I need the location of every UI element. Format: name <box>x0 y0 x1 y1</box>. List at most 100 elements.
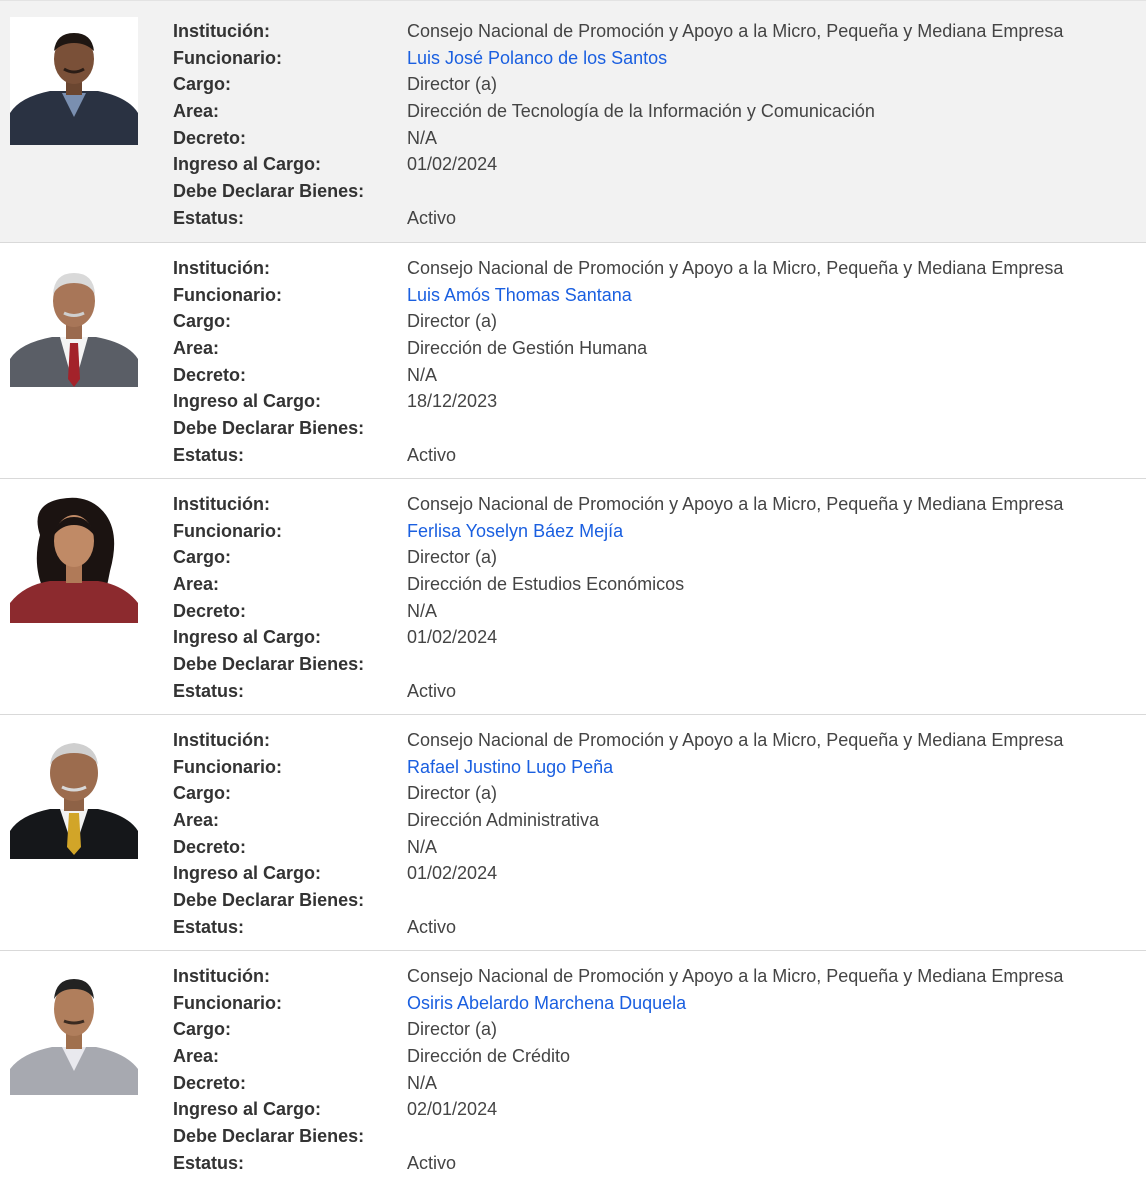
official-name-link[interactable]: Rafael Justino Lugo Peña <box>407 757 613 777</box>
label-declarar: Debe Declarar Bienes: <box>173 654 365 675</box>
label-estatus: Estatus: <box>173 207 245 228</box>
label-institucion: Institución: <box>173 730 270 750</box>
field-labels: Institución: Funcionario: Cargo: Area: D… <box>173 491 364 705</box>
official-record: Institución: Funcionario: Cargo: Area: D… <box>0 951 1146 1187</box>
label-declarar: Debe Declarar Bienes: <box>173 890 365 911</box>
value-declarar <box>407 178 1063 205</box>
value-decreto: N/A <box>407 1072 438 1093</box>
value-cargo: Director (a) <box>407 74 498 95</box>
value-ingreso: 01/02/2024 <box>407 627 498 648</box>
label-estatus: Estatus: <box>173 444 245 465</box>
value-ingreso: 18/12/2023 <box>407 391 498 412</box>
official-name-link[interactable]: Luis José Polanco de los Santos <box>407 48 667 68</box>
label-ingreso: Ingreso al Cargo: <box>173 391 322 412</box>
value-institucion: Consejo Nacional de Promoción y Apoyo a … <box>407 21 1064 41</box>
official-name-link[interactable]: Ferlisa Yoselyn Báez Mejía <box>407 521 623 541</box>
official-photo <box>10 967 138 1095</box>
label-declarar: Debe Declarar Bienes: <box>173 181 365 202</box>
value-estatus: Activo <box>407 680 457 701</box>
label-institucion: Institución: <box>173 966 270 986</box>
official-photo <box>10 17 138 145</box>
field-values: Consejo Nacional de Promoción y Apoyo a … <box>407 255 1063 469</box>
value-area: Dirección de Estudios Económicos <box>407 574 685 595</box>
value-ingreso: 02/01/2024 <box>407 1099 498 1120</box>
label-area: Area: <box>173 574 220 595</box>
value-decreto: N/A <box>407 127 438 148</box>
label-ingreso: Ingreso al Cargo: <box>173 627 322 648</box>
field-labels: Institución: Funcionario: Cargo: Area: D… <box>173 963 364 1177</box>
label-declarar: Debe Declarar Bienes: <box>173 418 365 439</box>
value-decreto: N/A <box>407 836 438 857</box>
label-area: Area: <box>173 810 220 831</box>
label-estatus: Estatus: <box>173 916 245 937</box>
official-record: Institución: Funcionario: Cargo: Area: D… <box>0 715 1146 951</box>
value-declarar <box>407 651 1063 678</box>
field-values: Consejo Nacional de Promoción y Apoyo a … <box>407 491 1063 705</box>
label-institucion: Institución: <box>173 494 270 514</box>
value-ingreso: 01/02/2024 <box>407 863 498 884</box>
label-estatus: Estatus: <box>173 680 245 701</box>
label-institucion: Institución: <box>173 21 270 41</box>
value-cargo: Director (a) <box>407 311 498 332</box>
value-decreto: N/A <box>407 364 438 385</box>
officials-list: Institución: Funcionario: Cargo: Area: D… <box>0 0 1146 1187</box>
field-labels: Institución: Funcionario: Cargo: Area: D… <box>173 18 364 232</box>
label-cargo: Cargo: <box>173 74 231 95</box>
label-decreto: Decreto: <box>173 836 247 857</box>
value-institucion: Consejo Nacional de Promoción y Apoyo a … <box>407 258 1064 278</box>
label-decreto: Decreto: <box>173 1072 247 1093</box>
value-cargo: Director (a) <box>407 547 498 568</box>
field-values: Consejo Nacional de Promoción y Apoyo a … <box>407 963 1063 1177</box>
value-declarar <box>407 887 1063 914</box>
label-ingreso: Ingreso al Cargo: <box>173 154 322 175</box>
label-funcionario: Funcionario: <box>173 756 282 777</box>
label-area: Area: <box>173 338 220 359</box>
value-declarar <box>407 415 1063 442</box>
label-decreto: Decreto: <box>173 364 247 385</box>
field-labels: Institución: Funcionario: Cargo: Area: D… <box>173 255 364 469</box>
label-decreto: Decreto: <box>173 127 247 148</box>
label-funcionario: Funcionario: <box>173 520 282 541</box>
label-cargo: Cargo: <box>173 547 231 568</box>
field-values: Consejo Nacional de Promoción y Apoyo a … <box>407 727 1063 941</box>
value-declarar <box>407 1123 1063 1150</box>
official-record: Institución: Funcionario: Cargo: Area: D… <box>0 0 1146 243</box>
value-institucion: Consejo Nacional de Promoción y Apoyo a … <box>407 494 1064 514</box>
field-values: Consejo Nacional de Promoción y Apoyo a … <box>407 18 1063 232</box>
official-photo <box>10 731 138 859</box>
value-decreto: N/A <box>407 600 438 621</box>
label-cargo: Cargo: <box>173 311 231 332</box>
label-funcionario: Funcionario: <box>173 992 282 1013</box>
official-record: Institución: Funcionario: Cargo: Area: D… <box>0 243 1146 479</box>
value-area: Dirección de Gestión Humana <box>407 338 648 359</box>
value-institucion: Consejo Nacional de Promoción y Apoyo a … <box>407 966 1064 986</box>
label-estatus: Estatus: <box>173 1152 245 1173</box>
value-area: Dirección de Crédito <box>407 1046 571 1067</box>
value-estatus: Activo <box>407 916 457 937</box>
label-institucion: Institución: <box>173 258 270 278</box>
value-ingreso: 01/02/2024 <box>407 154 498 175</box>
value-area: Dirección de Tecnología de la Informació… <box>407 101 875 122</box>
official-photo <box>10 495 138 623</box>
label-cargo: Cargo: <box>173 783 231 804</box>
value-estatus: Activo <box>407 1152 457 1173</box>
label-area: Area: <box>173 101 220 122</box>
official-photo <box>10 259 138 387</box>
label-decreto: Decreto: <box>173 600 247 621</box>
label-area: Area: <box>173 1046 220 1067</box>
official-name-link[interactable]: Osiris Abelardo Marchena Duquela <box>407 993 686 1013</box>
value-area: Dirección Administrativa <box>407 810 600 831</box>
official-record: Institución: Funcionario: Cargo: Area: D… <box>0 479 1146 715</box>
label-cargo: Cargo: <box>173 1019 231 1040</box>
value-cargo: Director (a) <box>407 783 498 804</box>
value-estatus: Activo <box>407 444 457 465</box>
label-ingreso: Ingreso al Cargo: <box>173 863 322 884</box>
label-funcionario: Funcionario: <box>173 284 282 305</box>
label-declarar: Debe Declarar Bienes: <box>173 1126 365 1147</box>
field-labels: Institución: Funcionario: Cargo: Area: D… <box>173 727 364 941</box>
official-name-link[interactable]: Luis Amós Thomas Santana <box>407 285 632 305</box>
label-ingreso: Ingreso al Cargo: <box>173 1099 322 1120</box>
value-cargo: Director (a) <box>407 1019 498 1040</box>
value-institucion: Consejo Nacional de Promoción y Apoyo a … <box>407 730 1064 750</box>
value-estatus: Activo <box>407 207 457 228</box>
